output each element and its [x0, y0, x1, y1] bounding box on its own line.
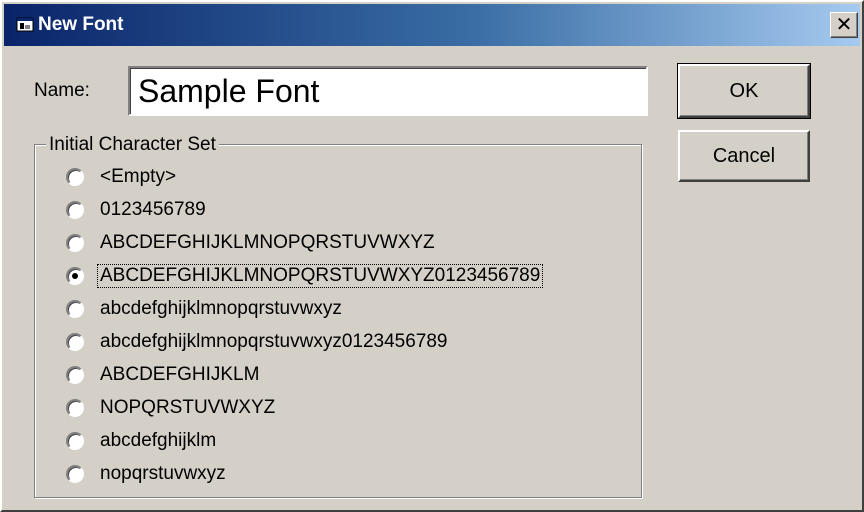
charset-option-upper-second-half[interactable]: NOPQRSTUVWXYZ — [66, 393, 277, 423]
radio-button[interactable] — [66, 333, 84, 351]
radio-button-selected[interactable] — [66, 267, 84, 285]
close-icon: ✕ — [835, 12, 853, 36]
radio-button[interactable] — [66, 366, 84, 384]
charset-option-lower-second-half[interactable]: nopqrstuvwxyz — [66, 459, 228, 489]
charset-option-label: abcdefghijklmnopqrstuvwxyz0123456789 — [100, 331, 448, 352]
title-bar[interactable]: New Font ✕ — [4, 4, 860, 46]
font-name-input[interactable] — [128, 66, 648, 116]
charset-option-uppercase-digits[interactable]: ABCDEFGHIJKLMNOPQRSTUVWXYZ0123456789 — [66, 261, 544, 291]
charset-option-label: ABCDEFGHIJKLMNOPQRSTUVWXYZ — [100, 232, 435, 253]
charset-option-label: NOPQRSTUVWXYZ — [100, 397, 276, 418]
charset-option-label: nopqrstuvwxyz — [100, 463, 226, 484]
charset-option-lowercase-digits[interactable]: abcdefghijklmnopqrstuvwxyz0123456789 — [66, 327, 450, 357]
dialog-title: New Font — [38, 14, 124, 35]
charset-option-label: abcdefghijklmnopqrstuvwxyz — [100, 298, 342, 319]
radio-button[interactable] — [66, 201, 84, 219]
radio-button[interactable] — [66, 465, 84, 483]
ok-button[interactable]: OK — [677, 63, 811, 119]
charset-option-lowercase[interactable]: abcdefghijklmnopqrstuvwxyz — [66, 294, 344, 324]
charset-option-label: 0123456789 — [100, 199, 206, 220]
charset-option-uppercase[interactable]: ABCDEFGHIJKLMNOPQRSTUVWXYZ — [66, 228, 437, 258]
charset-option-lower-first-half[interactable]: abcdefghijklm — [66, 426, 218, 456]
radio-button[interactable] — [66, 300, 84, 318]
charset-option-label: ABCDEFGHIJKLMNOPQRSTUVWXYZ0123456789 — [96, 264, 544, 288]
character-set-legend: Initial Character Set — [46, 134, 219, 156]
new-font-dialog: New Font ✕ Name: OK Cancel Initial Chara… — [0, 0, 864, 512]
charset-option-digits[interactable]: 0123456789 — [66, 195, 208, 225]
charset-option-label: ABCDEFGHIJKLM — [100, 364, 260, 385]
charset-option-label: <Empty> — [100, 166, 177, 187]
radio-button[interactable] — [66, 168, 84, 186]
radio-button[interactable] — [66, 234, 84, 252]
cancel-button[interactable]: Cancel — [678, 130, 810, 182]
close-button[interactable]: ✕ — [830, 12, 858, 38]
name-label: Name: — [34, 80, 90, 101]
charset-option-label: abcdefghijklm — [100, 430, 217, 451]
charset-option-upper-first-half[interactable]: ABCDEFGHIJKLM — [66, 360, 261, 390]
radio-button[interactable] — [66, 399, 84, 417]
font-app-icon — [16, 17, 34, 32]
charset-option-empty[interactable]: <Empty> — [66, 162, 178, 192]
radio-button[interactable] — [66, 432, 84, 450]
